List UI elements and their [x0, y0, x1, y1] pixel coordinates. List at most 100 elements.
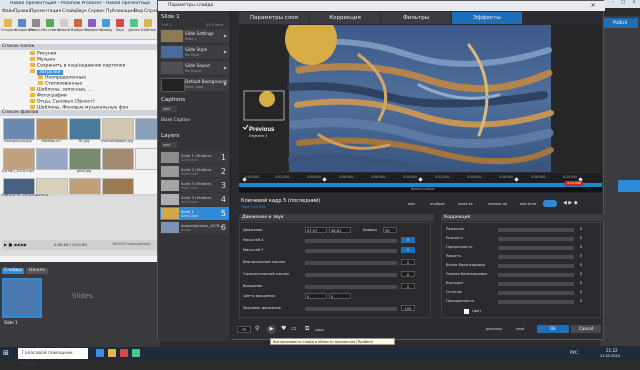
menu-file[interactable]: Файл	[2, 9, 14, 14]
copy-icon[interactable]: ⧉	[305, 325, 309, 333]
kf-add-time-button[interactable]: add time	[520, 202, 536, 206]
zoom-x-slider[interactable]	[305, 238, 397, 243]
app-close-button[interactable]: ×	[628, 0, 640, 8]
toolbar-slide-button[interactable]: Слайд	[99, 19, 113, 37]
pan-x-input[interactable]: 47.57	[305, 227, 327, 233]
cancel-button[interactable]: Cancel	[571, 325, 601, 333]
kf-toggle[interactable]	[543, 200, 557, 207]
slide-style-item[interactable]: Slide Style No Style ▶	[160, 45, 229, 59]
toolbar-insert-button[interactable]: Вставить	[43, 19, 60, 37]
ok-button[interactable]: Ok	[537, 325, 569, 333]
layer-item[interactable]: depositphotos_4578... Image 6	[160, 221, 229, 234]
layer-item[interactable]: Solid 2 (Hidden) Solid Color 2	[160, 165, 229, 178]
taskbar-search[interactable]: Голосовой помощник Алиса	[18, 348, 88, 367]
correction-slider[interactable]	[498, 245, 574, 250]
keyframe-marker[interactable]	[418, 177, 423, 182]
file-thumbnail[interactable]	[135, 118, 159, 140]
zoom-y-slider[interactable]	[305, 248, 397, 253]
taskbar-app-icon[interactable]	[108, 349, 116, 357]
slide-sound-item[interactable]: Slide Sound No Sound ▶	[160, 61, 229, 75]
file-thumbnail[interactable]	[3, 148, 35, 170]
motion-group-header[interactable]: Движение и звук	[239, 214, 434, 221]
heart-icon[interactable]: ♥	[281, 325, 286, 332]
copy-label[interactable]: copy	[315, 327, 324, 332]
dialog-close-icon[interactable]: ×	[583, 1, 603, 11]
timeline-slide-thumbnail[interactable]	[2, 278, 42, 318]
zoom-select[interactable]: 75	[237, 326, 251, 333]
kf-reset-all-button[interactable]: reset all	[458, 202, 472, 206]
layer-item[interactable]: Solid 3 (Hidden) Solid Color 3	[160, 179, 229, 192]
taskbar-lang[interactable]: РУС	[570, 350, 578, 355]
toolbar-sound-button[interactable]: Звук	[113, 19, 127, 37]
screen-icon[interactable]: ▭	[291, 325, 297, 332]
toolbar-new-button[interactable]: Новый	[57, 19, 71, 37]
tab-effects[interactable]: Эффекты	[452, 12, 522, 24]
correction-slider[interactable]	[498, 299, 574, 304]
layer-item[interactable]: Solid 1 (Hidden) Solid Color 1	[160, 151, 229, 164]
layer-item[interactable]: Solid 4 (Hidden) Solid Color 4	[160, 193, 229, 206]
rotation-center-y-input[interactable]: 0	[329, 293, 351, 299]
play-button[interactable]: ▶ ■ ◀◀ ▶▶	[4, 242, 27, 247]
correction-slider[interactable]	[498, 227, 574, 232]
previous-button[interactable]: previous	[486, 326, 502, 331]
correction-group-header[interactable]: Коррекция	[441, 214, 604, 221]
audio-slider[interactable]	[305, 306, 397, 311]
menu-view[interactable]: Вид	[134, 9, 143, 14]
horizontal-tilt-input[interactable]: 0	[401, 271, 415, 277]
toolbar-next-button[interactable]: Далее	[127, 19, 141, 37]
playhead-marker[interactable]: 0:21.596	[565, 181, 583, 186]
taskbar-app-icon[interactable]	[132, 349, 140, 357]
tab-correction[interactable]: Коррекция	[310, 12, 380, 24]
tab-timeline[interactable]: Шкала	[26, 268, 48, 274]
tab-layer-settings[interactable]: Параметры слоя	[239, 12, 309, 24]
file-thumbnail[interactable]	[102, 148, 134, 170]
kf-nav-icons[interactable]: ◀ ▶ ◆	[563, 200, 578, 206]
start-icon[interactable]: ⊞	[3, 349, 9, 357]
play-slide-button[interactable]: ▶	[267, 325, 276, 334]
correction-slider[interactable]	[498, 236, 574, 241]
correction-slider[interactable]	[498, 263, 574, 268]
default-background-item[interactable]: Default Background Solid Color ▶	[160, 77, 229, 92]
toolbar-save-button[interactable]: Сохранить	[15, 19, 35, 37]
zoom-x-input[interactable]: 0	[401, 237, 415, 243]
caption-item[interactable]: Blank Caption	[161, 117, 190, 122]
toolbar-print-button[interactable]: Печать	[29, 19, 43, 37]
rotation-center-x-input[interactable]: 0	[305, 293, 327, 299]
file-thumbnail[interactable]	[69, 148, 101, 170]
rotation-slider[interactable]	[305, 284, 397, 289]
correction-slider[interactable]	[498, 254, 574, 259]
tab-slides[interactable]: Слайды	[2, 268, 24, 274]
audio-input[interactable]: 100	[401, 305, 415, 311]
file-thumbnail[interactable]	[102, 118, 134, 140]
rotation-input[interactable]: 0	[401, 283, 415, 289]
correction-slider[interactable]	[498, 290, 574, 295]
menu-tools[interactable]: Сервис	[88, 9, 105, 14]
layer-item-selected[interactable]: Solid 1 Solid Color 5	[160, 207, 229, 220]
pan-y-input[interactable]: 48.81	[329, 227, 351, 233]
file-thumbnail[interactable]	[36, 118, 68, 140]
kf-multiple-button[interactable]: multiple	[430, 202, 445, 206]
kf-add-button[interactable]: add	[408, 202, 415, 206]
zoom-y-input[interactable]: 0	[401, 247, 415, 253]
correction-slider[interactable]	[498, 281, 574, 286]
taskbar-clock[interactable]: 21:22	[606, 348, 618, 353]
taskbar-app-icon[interactable]	[120, 349, 128, 357]
keyframe-marker[interactable]	[242, 177, 247, 182]
menu-slide[interactable]: Слайд	[62, 9, 77, 14]
keyframe-marker[interactable]	[514, 177, 519, 182]
toolbar-select-button[interactable]: Выбрать	[71, 19, 87, 37]
taskbar-app-icon[interactable]	[96, 349, 104, 357]
horizontal-tilt-slider[interactable]	[305, 272, 397, 277]
keyframe-marker[interactable]	[322, 177, 327, 182]
file-thumbnail[interactable]	[69, 118, 101, 140]
toolbar-effects-button[interactable]: Эффекты	[85, 19, 103, 37]
curve-input[interactable]: 50	[383, 227, 397, 233]
file-thumbnail[interactable]	[135, 148, 159, 170]
file-thumbnail[interactable]	[36, 148, 68, 170]
menu-publish[interactable]: Публикация	[106, 9, 135, 14]
kf-remove-all-button[interactable]: remove all	[488, 202, 507, 206]
layers-add-button[interactable]: add	[161, 142, 177, 148]
vertical-tilt-slider[interactable]	[305, 260, 397, 265]
menu-edit[interactable]: Правка	[14, 9, 31, 14]
correction-slider[interactable]	[498, 272, 574, 277]
